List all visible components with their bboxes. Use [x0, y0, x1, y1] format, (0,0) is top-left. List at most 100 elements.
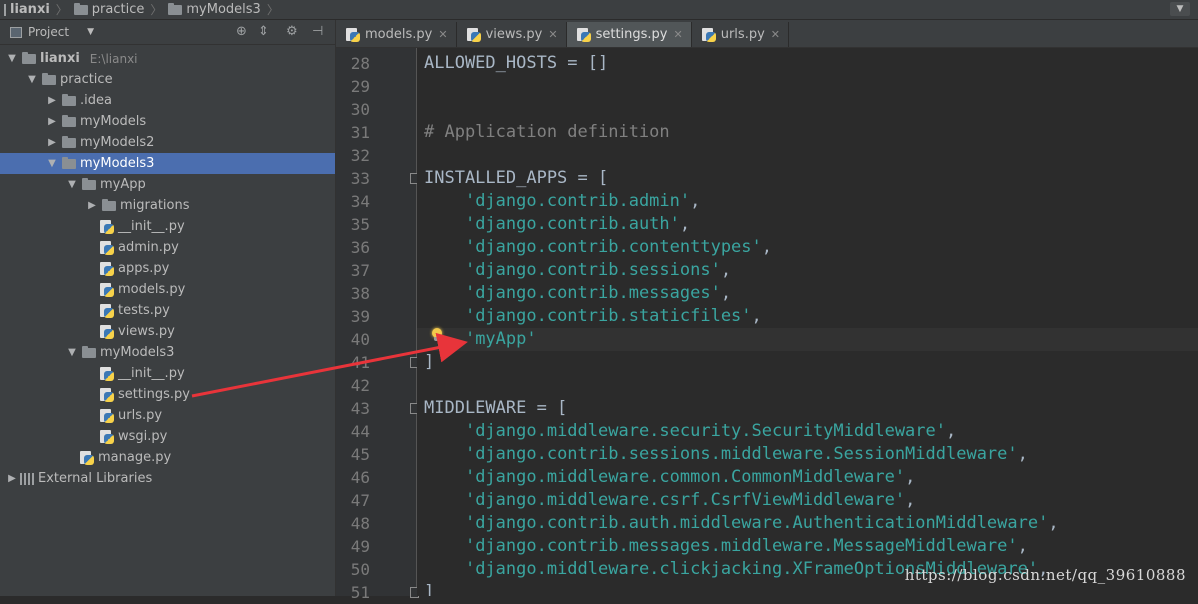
string-literal: 'django.middleware.common.CommonMiddlewa…	[464, 467, 906, 487]
tree-folder-item[interactable]: ▶ migrations	[0, 195, 335, 216]
editor-tab[interactable]: urls.py ✕	[692, 22, 789, 47]
tree-folder-item[interactable]: ▶ External Libraries	[0, 468, 335, 489]
code-line[interactable]: 'django.contrib.staticfiles',	[417, 305, 1198, 328]
tree-file-item[interactable]: ▶wsgi.py	[0, 426, 335, 447]
tree-file-item[interactable]: ▶admin.py	[0, 237, 335, 258]
folder-icon	[82, 345, 96, 358]
code-line[interactable]: INSTALLED_APPS = [	[417, 167, 1198, 190]
code-line[interactable]: ALLOWED_HOSTS = []	[417, 52, 1198, 75]
project-icon	[10, 26, 22, 38]
line-number: 51	[350, 583, 370, 602]
tree-folder-item[interactable]: ▼ lianxi E:\lianxi	[0, 48, 335, 69]
tree-folder-item[interactable]: ▼ myApp	[0, 174, 335, 195]
folder-icon	[42, 72, 56, 85]
chevron-right-icon[interactable]: ▶	[4, 473, 20, 484]
tree-item-label: wsgi.py	[118, 429, 168, 444]
code-line[interactable]: 'django.contrib.sessions',	[417, 259, 1198, 282]
tree-folder-item[interactable]: ▼ myModels3	[0, 153, 335, 174]
tree-file-item[interactable]: ▶__init__.py	[0, 216, 335, 237]
code-line[interactable]: # Application definition	[417, 121, 1198, 144]
code-token: ALLOWED_HOSTS = []	[424, 53, 609, 73]
code-line[interactable]	[417, 374, 1198, 397]
code-line[interactable]: 'django.contrib.admin',	[417, 190, 1198, 213]
chevron-down-icon[interactable]: ▼	[64, 347, 80, 358]
string-literal: 'django.contrib.messages.middleware.Mess…	[464, 536, 1018, 556]
code-line[interactable]	[417, 98, 1198, 121]
string-literal: 'myApp'	[464, 329, 537, 349]
code-token: ,	[720, 260, 732, 280]
tree-file-item[interactable]: ▶__init__.py	[0, 363, 335, 384]
tree-file-item[interactable]: ▶urls.py	[0, 405, 335, 426]
chevron-right-icon[interactable]: ▶	[44, 116, 60, 127]
project-view-label[interactable]: Project	[28, 25, 69, 39]
code-line[interactable]: 'django.middleware.common.CommonMiddlewa…	[417, 466, 1198, 489]
tree-file-item[interactable]: ▶tests.py	[0, 300, 335, 321]
code-line[interactable]: 'django.contrib.messages',	[417, 282, 1198, 305]
chevron-down-icon[interactable]: ▼	[1170, 2, 1190, 16]
code-token: ]	[424, 582, 435, 596]
close-icon[interactable]: ✕	[674, 28, 683, 41]
editor-tab[interactable]: settings.py ✕	[566, 22, 692, 47]
tree-file-item[interactable]: ▶manage.py	[0, 447, 335, 468]
breadcrumb-separator: 〉	[266, 3, 279, 17]
close-icon[interactable]: ✕	[548, 28, 557, 41]
tree-folder-item[interactable]: ▶ myModels2	[0, 132, 335, 153]
breadcrumb-item[interactable]: practice 〉	[73, 1, 169, 18]
hide-panel-icon[interactable]: ⊣	[312, 24, 323, 39]
tree-folder-item[interactable]: ▶ myModels	[0, 111, 335, 132]
folder-icon	[82, 177, 96, 190]
code-line[interactable]: 'django.contrib.auth.middleware.Authenti…	[417, 512, 1198, 535]
code-line[interactable]	[417, 144, 1198, 167]
breadcrumb-item[interactable]: myModels3 〉	[168, 1, 284, 18]
tree-file-item[interactable]: ▶apps.py	[0, 258, 335, 279]
code-line[interactable]: 'django.contrib.messages.middleware.Mess…	[417, 535, 1198, 558]
tree-item-label: lianxi	[40, 51, 80, 66]
collapse-icon[interactable]: ⇕	[258, 24, 269, 39]
close-icon[interactable]: ✕	[771, 28, 780, 41]
editor-tab[interactable]: views.py ✕	[457, 22, 567, 47]
tree-item-label: myApp	[100, 177, 146, 192]
chevron-down-icon[interactable]: ▼	[4, 53, 20, 64]
string-literal: 'django.middleware.security.SecurityMidd…	[464, 421, 946, 441]
chevron-right-icon[interactable]: ▶	[44, 137, 60, 148]
line-number: 42	[350, 376, 370, 395]
locate-icon[interactable]: ⊕	[236, 24, 247, 39]
tree-folder-item[interactable]: ▼ practice	[0, 69, 335, 90]
python-file-icon	[100, 429, 114, 444]
editor-tabs: models.py ✕ views.py ✕ settings.py ✕ urls.py ✕	[336, 20, 1198, 48]
breadcrumb-item[interactable]: lianxi 〉	[4, 1, 74, 18]
code-line[interactable]: 'django.middleware.csrf.CsrfViewMiddlewa…	[417, 489, 1198, 512]
code-line[interactable]: 'django.contrib.sessions.middleware.Sess…	[417, 443, 1198, 466]
code-line[interactable]: 'myApp'	[417, 328, 1198, 351]
tree-item-label: __init__.py	[118, 366, 185, 381]
line-number: 35	[350, 215, 370, 234]
code-line[interactable]: 'django.middleware.security.SecurityMidd…	[417, 420, 1198, 443]
library-icon	[20, 472, 34, 485]
chevron-down-icon[interactable]: ▼	[24, 74, 40, 85]
code-line[interactable]: ]	[417, 351, 1198, 374]
tree-folder-item[interactable]: ▶ .idea	[0, 90, 335, 111]
editor-tab[interactable]: models.py ✕	[336, 22, 457, 47]
chevron-right-icon[interactable]: ▶	[44, 95, 60, 106]
gear-icon[interactable]: ⚙	[286, 24, 298, 39]
tree-file-item[interactable]: ▶models.py	[0, 279, 335, 300]
chevron-right-icon[interactable]: ▶	[84, 200, 100, 211]
chevron-down-icon[interactable]: ▼	[87, 27, 94, 37]
folder-icon	[62, 135, 76, 148]
code-line[interactable]	[417, 75, 1198, 98]
tree-folder-item[interactable]: ▼ myModels3	[0, 342, 335, 363]
lightbulb-icon[interactable]	[432, 328, 442, 341]
python-file-icon	[100, 408, 114, 423]
code-line[interactable]: MIDDLEWARE = [	[417, 397, 1198, 420]
code-line[interactable]: 'django.contrib.auth',	[417, 213, 1198, 236]
chevron-down-icon[interactable]: ▼	[44, 158, 60, 169]
chevron-down-icon[interactable]: ▼	[64, 179, 80, 190]
code-line[interactable]: 'django.contrib.contenttypes',	[417, 236, 1198, 259]
code-editor[interactable]: ALLOWED_HOSTS = [] # Application definiti…	[417, 48, 1198, 596]
tree-file-item[interactable]: ▶settings.py	[0, 384, 335, 405]
tree-file-item[interactable]: ▶views.py	[0, 321, 335, 342]
folder-icon	[62, 93, 76, 106]
close-icon[interactable]: ✕	[438, 28, 447, 41]
